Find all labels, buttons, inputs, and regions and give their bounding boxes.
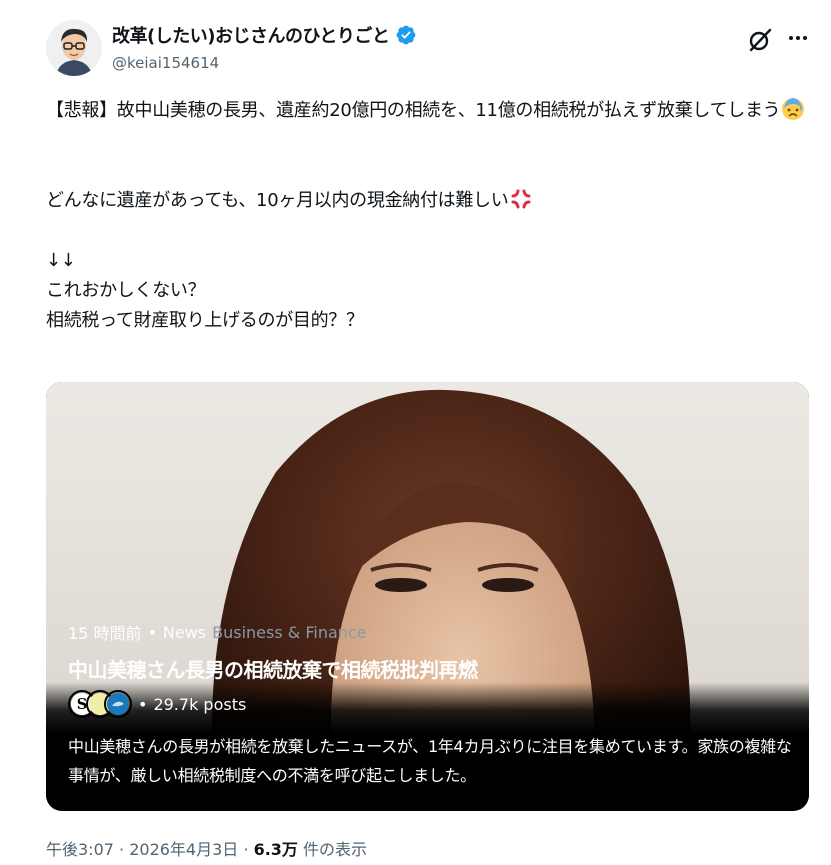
mini-avatar-blue [104,690,132,718]
tweet-line-4: これおかしくない？ [46,280,206,301]
card-summary: 中山美穂さんの長男が相続を放棄したニュースが、1年4カ月ぶりに注目を集めています… [68,737,792,785]
anxious-face-with-sweat-emoji [782,98,805,120]
tweet-views-label: 件の表示 [303,840,368,859]
tweet-text: 【悲報】故中山美穂の長男、遺産約20億円の相続を、11億の相続税が払えず放棄して… [46,96,816,336]
card-time: 15 時間前 [68,624,142,643]
author-handle[interactable]: @keiai154614 [112,54,219,72]
verified-badge-icon [397,25,416,45]
tweet-line-1: 【悲報】故中山美穂の長男、遺産約20億円の相続を、11億の相続税が払えず放棄して… [46,96,816,126]
anger-symbol-emoji [511,189,531,209]
card-category[interactable]: Business & Finance [212,623,366,642]
author-name[interactable]: 改革(したい)おじさんのひとりごと [112,22,390,48]
tweet-line-2: どんなに遺産があっても、10ヶ月以内の現金納付は難しい [46,186,816,216]
card-posts-count: 29.7k posts [153,694,247,714]
tweet-line-2-continuation [46,126,816,156]
card-posts-row[interactable]: S • 29.7k posts [68,690,246,718]
tweet-date[interactable]: 2026年4月3日 [129,840,238,859]
tweet-views-count: 6.3万 [253,840,298,859]
grok-icon[interactable] [746,26,774,54]
tweet-time[interactable]: 午後3:07 [46,840,114,859]
card-avatar-stack: S [68,690,132,718]
author-name-row[interactable]: 改革(したい)おじさんのひとりごと [112,22,417,48]
news-card[interactable]: 15 時間前 • News Business & Finance 中山美穂さん長… [46,382,809,811]
card-source: News [162,622,207,642]
card-meta: 15 時間前 • News Business & Finance [68,620,367,644]
card-separator: • [147,622,157,642]
tweet-footer: 午後3:07 · 2026年4月3日 · 6.3万 件の表示 [46,840,368,859]
author-avatar[interactable] [46,20,102,76]
more-icon[interactable] [785,25,811,51]
card-posts-separator: • [138,694,148,714]
tweet-line-3: ↓↓ [46,250,76,271]
card-title[interactable]: 中山美穂さん長男の相続放棄で相続税批判再燃 [68,654,478,683]
tweet-line-5: 相続税って財産取り上げるのが目的？？ [46,310,364,331]
